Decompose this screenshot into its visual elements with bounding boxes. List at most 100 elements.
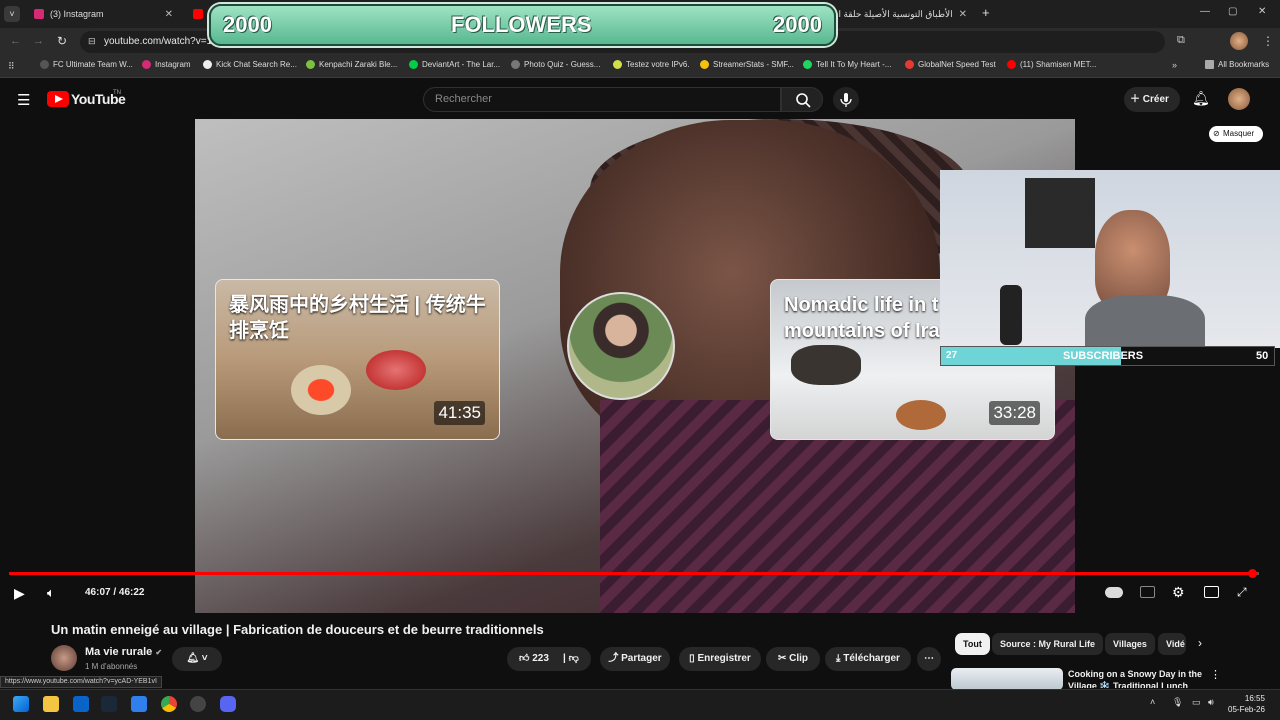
profile-avatar[interactable]	[1230, 32, 1248, 50]
window-close-icon[interactable]: ✕	[1258, 6, 1266, 17]
account-avatar[interactable]	[1228, 88, 1250, 110]
tray-mic-icon[interactable]: 🎙︎	[1172, 697, 1183, 708]
apps-grid-icon[interactable]: ⠿	[8, 61, 15, 72]
download-button[interactable]: ⤓ Télécharger	[825, 647, 911, 671]
file-explorer-icon[interactable]	[43, 696, 59, 712]
bookmark-item[interactable]: GlobalNet Speed Test	[905, 60, 996, 69]
clay-pot-image	[896, 400, 946, 430]
recommended-menu-icon[interactable]: ⋮	[1210, 668, 1221, 681]
bell-icon: 🔔︎ ˅	[186, 653, 208, 664]
forward-icon[interactable]: →	[33, 35, 44, 47]
channel-name[interactable]: Ma vie rurale ✔	[85, 646, 162, 658]
endcard-title: Nomadic life in t mountains of Ira	[784, 294, 940, 342]
verified-icon: ✔	[155, 648, 163, 657]
browser-menu-icon[interactable]: ⋮	[1262, 34, 1274, 48]
recommended-thumbnail[interactable]	[951, 668, 1063, 690]
thumbs-down-icon[interactable]: | 👎︎	[563, 647, 579, 671]
clock-date: 05-Feb-26	[1228, 705, 1265, 714]
endscreen-channel-avatar[interactable]	[567, 292, 675, 400]
more-actions-icon[interactable]: ⋯	[917, 647, 941, 671]
bookmark-item[interactable]: FC Ultimate Team W...	[40, 60, 133, 69]
streamer-shirt	[1085, 295, 1205, 348]
clip-button[interactable]: ✂ Clip	[766, 647, 820, 671]
hide-endscreen-button[interactable]: ⊘ Masquer	[1209, 126, 1263, 142]
all-bookmarks-folder[interactable]: All Bookmarks	[1205, 60, 1269, 69]
edge-icon[interactable]	[131, 696, 147, 712]
chevron-right-icon[interactable]: ›	[1198, 636, 1202, 650]
bookmark-item[interactable]: Instagram	[142, 60, 191, 69]
tandoor-oven-image	[291, 365, 351, 415]
maximize-icon[interactable]: ▢	[1228, 6, 1237, 17]
bookmark-item[interactable]: Testez votre IPv6.	[613, 60, 690, 69]
outlook-icon[interactable]	[73, 696, 89, 712]
autoplay-toggle[interactable]	[1105, 587, 1123, 598]
progress-bar[interactable]	[9, 572, 1252, 575]
volume-icon[interactable]: 🔈︎	[47, 585, 55, 601]
create-button[interactable]: ＋ Créer	[1124, 87, 1180, 112]
status-bar-url: https://www.youtube.com/watch?v=ycAD-YEB…	[0, 676, 162, 688]
fullscreen-icon[interactable]: ⤢	[1237, 585, 1247, 600]
system-clock[interactable]: 16:55 05-Feb-26	[1228, 693, 1265, 715]
bookmarks-bar: ⠿ FC Ultimate Team W... Instagram Kick C…	[0, 56, 1280, 78]
bookmark-item[interactable]: Tell It To My Heart -...	[803, 60, 891, 69]
sheep-image	[791, 345, 861, 385]
bookmark-item[interactable]: DeviantArt - The Lar...	[409, 60, 500, 69]
notification-bell-dropdown[interactable]: 🔔︎ ˅	[172, 647, 222, 671]
new-tab-button[interactable]: +	[982, 5, 990, 20]
theater-mode-icon[interactable]	[1204, 586, 1219, 598]
play-icon[interactable]: ▶	[14, 585, 25, 602]
video-title: Un matin enneigé au village | Fabricatio…	[51, 622, 544, 637]
endcard-duration: 33:28	[989, 401, 1040, 425]
chip-source[interactable]: Source : My Rural Life	[992, 633, 1104, 655]
tab-tunisian-dishes[interactable]: ✕ الأطباق التونسية الأصيلة حلقة ا...	[835, 4, 975, 24]
chip-villages[interactable]: Villages	[1105, 633, 1155, 655]
wall-poster	[1025, 178, 1095, 248]
share-button[interactable]: ⤴ Partager	[600, 647, 670, 671]
settings-gear-icon[interactable]: ⚙	[1172, 584, 1185, 601]
chip-videos[interactable]: Vidé	[1158, 633, 1186, 655]
save-button[interactable]: ▯ Enregistrer	[679, 647, 761, 671]
bookmark-item[interactable]: Kenpachi Zaraki Ble...	[306, 60, 397, 69]
eye-off-icon: ⊘	[1213, 129, 1220, 138]
tray-chevron-icon[interactable]: ˄	[1150, 697, 1155, 707]
endcard-duration: 41:35	[434, 401, 485, 425]
back-icon[interactable]: ←	[10, 35, 21, 47]
scrubber-handle[interactable]	[1247, 569, 1257, 578]
search-input[interactable]: Rechercher	[423, 87, 781, 112]
discord-icon[interactable]	[220, 696, 236, 712]
windows-start-icon[interactable]	[13, 696, 29, 712]
steam-icon[interactable]	[101, 696, 117, 712]
voice-search-button[interactable]	[833, 87, 859, 112]
reload-icon[interactable]: ↻	[57, 34, 67, 48]
channel-avatar[interactable]	[51, 645, 77, 671]
extensions-icon[interactable]: ⧉	[1177, 34, 1185, 47]
tab-instagram[interactable]: (3) Instagram ✕	[26, 4, 181, 24]
notifications-bell-icon[interactable]: 🔔︎	[1192, 90, 1210, 107]
obs-icon[interactable]	[190, 696, 206, 712]
tab-search-button[interactable]: ˅	[4, 6, 20, 22]
hamburger-menu-icon[interactable]: ☰	[17, 91, 30, 109]
tray-network-icon[interactable]: ▭	[1192, 697, 1201, 708]
chrome-icon[interactable]	[161, 696, 177, 712]
bookmark-item[interactable]: Kick Chat Search Re...	[203, 60, 297, 69]
like-button[interactable]: 👍︎ 223 | 👎︎	[507, 647, 591, 671]
bookmark-item[interactable]: Photo Quiz - Guess...	[511, 60, 600, 69]
bookmark-item[interactable]: StreamerStats - SMF...	[700, 60, 794, 69]
bookmark-item[interactable]: (11) Shamisen MET...	[1007, 60, 1096, 69]
chip-all[interactable]: Tout	[955, 633, 990, 655]
close-icon[interactable]: ✕	[165, 9, 173, 20]
clock-time: 16:55	[1244, 694, 1265, 703]
subtitles-icon[interactable]	[1140, 586, 1155, 598]
microphone-stand	[1000, 285, 1022, 345]
search-button[interactable]	[781, 87, 823, 112]
play-triangle-icon	[55, 95, 63, 103]
time-display: 46:07 / 46:22	[85, 587, 145, 598]
tray-volume-icon[interactable]: 🔊︎	[1208, 697, 1214, 708]
minimize-icon[interactable]: —	[1200, 6, 1210, 17]
endscreen-video-card[interactable]: 暴风雨中的乡村生活 | 传统牛排烹饪 41:35	[215, 279, 500, 440]
close-icon[interactable]: ✕	[959, 9, 967, 20]
recommended-title[interactable]: Cooking on a Snowy Day in the Village ❄️…	[1068, 668, 1203, 688]
more-bookmarks-icon[interactable]: »	[1172, 60, 1177, 70]
site-info-icon[interactable]: ⊟	[88, 36, 96, 47]
plus-icon: ＋	[1130, 94, 1143, 105]
